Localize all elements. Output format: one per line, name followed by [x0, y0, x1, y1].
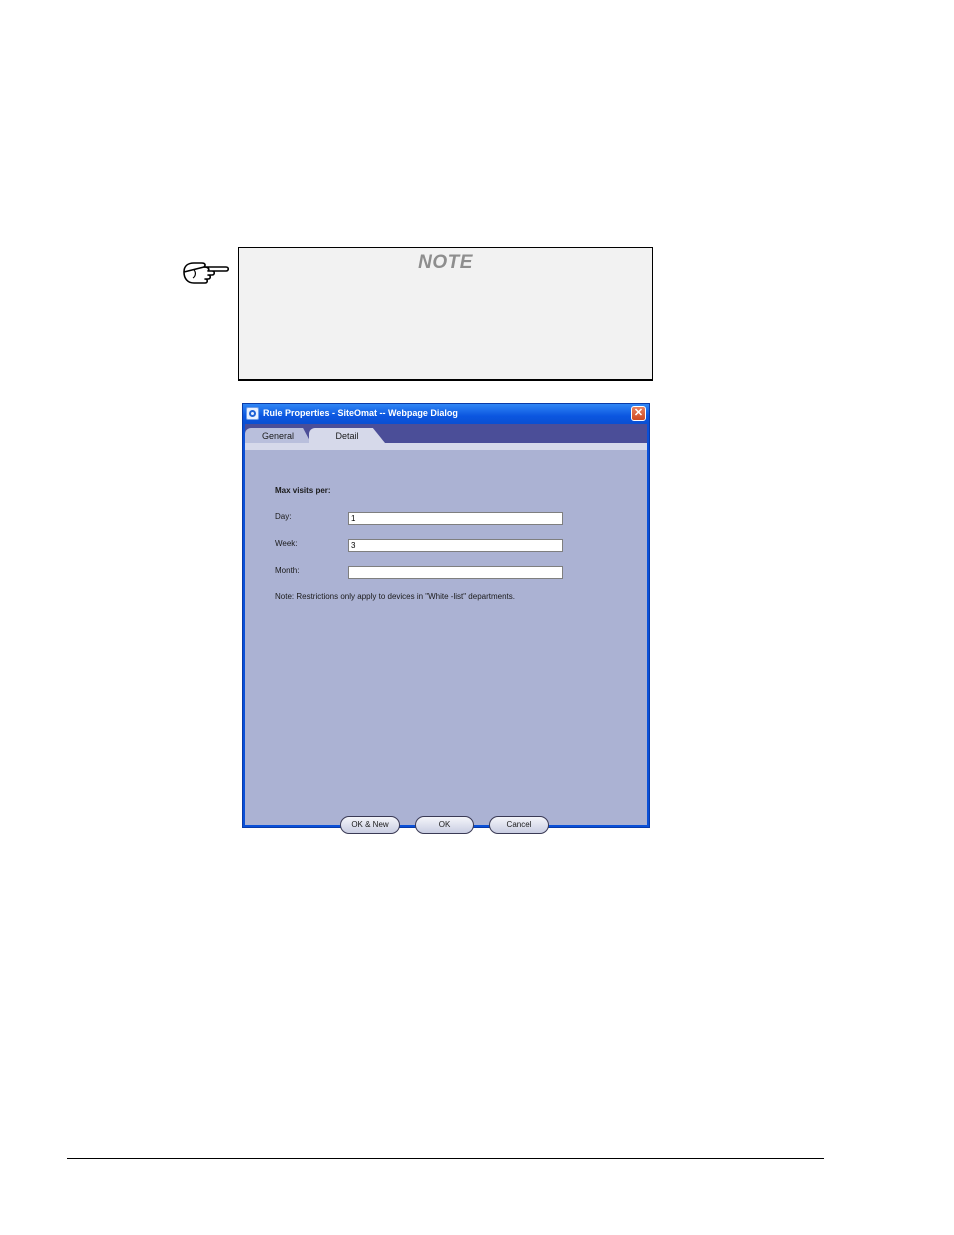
dialog-client-area: General Detail Max visits per: Day: Week… [245, 424, 647, 834]
max-visits-heading: Max visits per: [275, 486, 331, 495]
tab-underline [245, 443, 647, 450]
footer-rule [67, 1158, 824, 1159]
day-input[interactable] [348, 512, 563, 525]
month-label: Month: [275, 566, 300, 575]
tab-strip: General Detail [245, 424, 647, 443]
ok-and-new-button[interactable]: OK & New [340, 816, 400, 834]
restrictions-note: Note: Restrictions only apply to devices… [275, 592, 515, 601]
dialog-titlebar[interactable]: Rule Properties - SiteOmat -- Webpage Di… [243, 404, 649, 424]
note-title: NOTE [418, 252, 473, 273]
dialog-title: Rule Properties - SiteOmat -- Webpage Di… [263, 408, 458, 418]
rule-properties-dialog: Rule Properties - SiteOmat -- Webpage Di… [242, 403, 650, 834]
week-input[interactable] [348, 539, 563, 552]
week-label: Week: [275, 539, 298, 548]
tab-general[interactable]: General [245, 428, 311, 443]
tab-detail[interactable]: Detail [309, 428, 385, 443]
day-label: Day: [275, 512, 292, 521]
note-box: NOTE [238, 247, 653, 381]
ie-page-icon [246, 407, 259, 420]
close-button[interactable]: ✕ [631, 406, 646, 421]
ok-button[interactable]: OK [415, 816, 474, 834]
month-input[interactable] [348, 566, 563, 579]
pointing-hand-icon [183, 262, 230, 284]
cancel-button[interactable]: Cancel [489, 816, 549, 834]
